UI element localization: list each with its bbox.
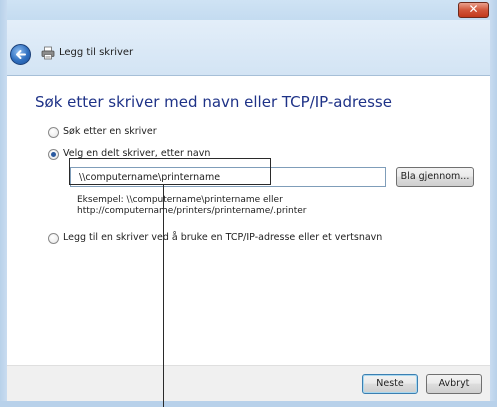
browse-button[interactable]: Bla gjennom...	[396, 167, 474, 187]
back-arrow-icon	[16, 50, 26, 59]
option-search-printer-label[interactable]: Søk etter en skriver	[63, 126, 157, 137]
cancel-button[interactable]: Avbryt	[426, 374, 482, 394]
callout-leader-line	[163, 185, 164, 407]
wizard-content	[7, 76, 490, 365]
window-frame-left	[0, 0, 7, 407]
window-frame-right	[490, 0, 497, 407]
close-button[interactable]: ✕	[458, 2, 489, 18]
example-line-2: http://computername/printers/printername…	[77, 206, 307, 216]
example-text: Eksempel: \\computername\printername ell…	[77, 195, 307, 217]
callout-highlight-box	[69, 158, 271, 185]
close-icon: ✕	[468, 2, 479, 16]
example-line-1: Eksempel: \\computername\printername ell…	[77, 195, 283, 205]
next-button[interactable]: Neste	[362, 374, 418, 394]
window-title: Legg til skriver	[59, 47, 134, 58]
window-frame-bottom	[0, 401, 497, 407]
radio-select-shared-printer[interactable]	[48, 149, 59, 160]
option-tcpip-address-label[interactable]: Legg til en skriver ved å bruke en TCP/I…	[63, 232, 382, 243]
radio-search-printer[interactable]	[48, 127, 59, 138]
printer-icon	[41, 46, 55, 60]
radio-tcpip-address[interactable]	[48, 233, 59, 244]
page-heading: Søk etter skriver med navn eller TCP/IP-…	[35, 93, 392, 111]
back-button[interactable]	[10, 44, 31, 65]
